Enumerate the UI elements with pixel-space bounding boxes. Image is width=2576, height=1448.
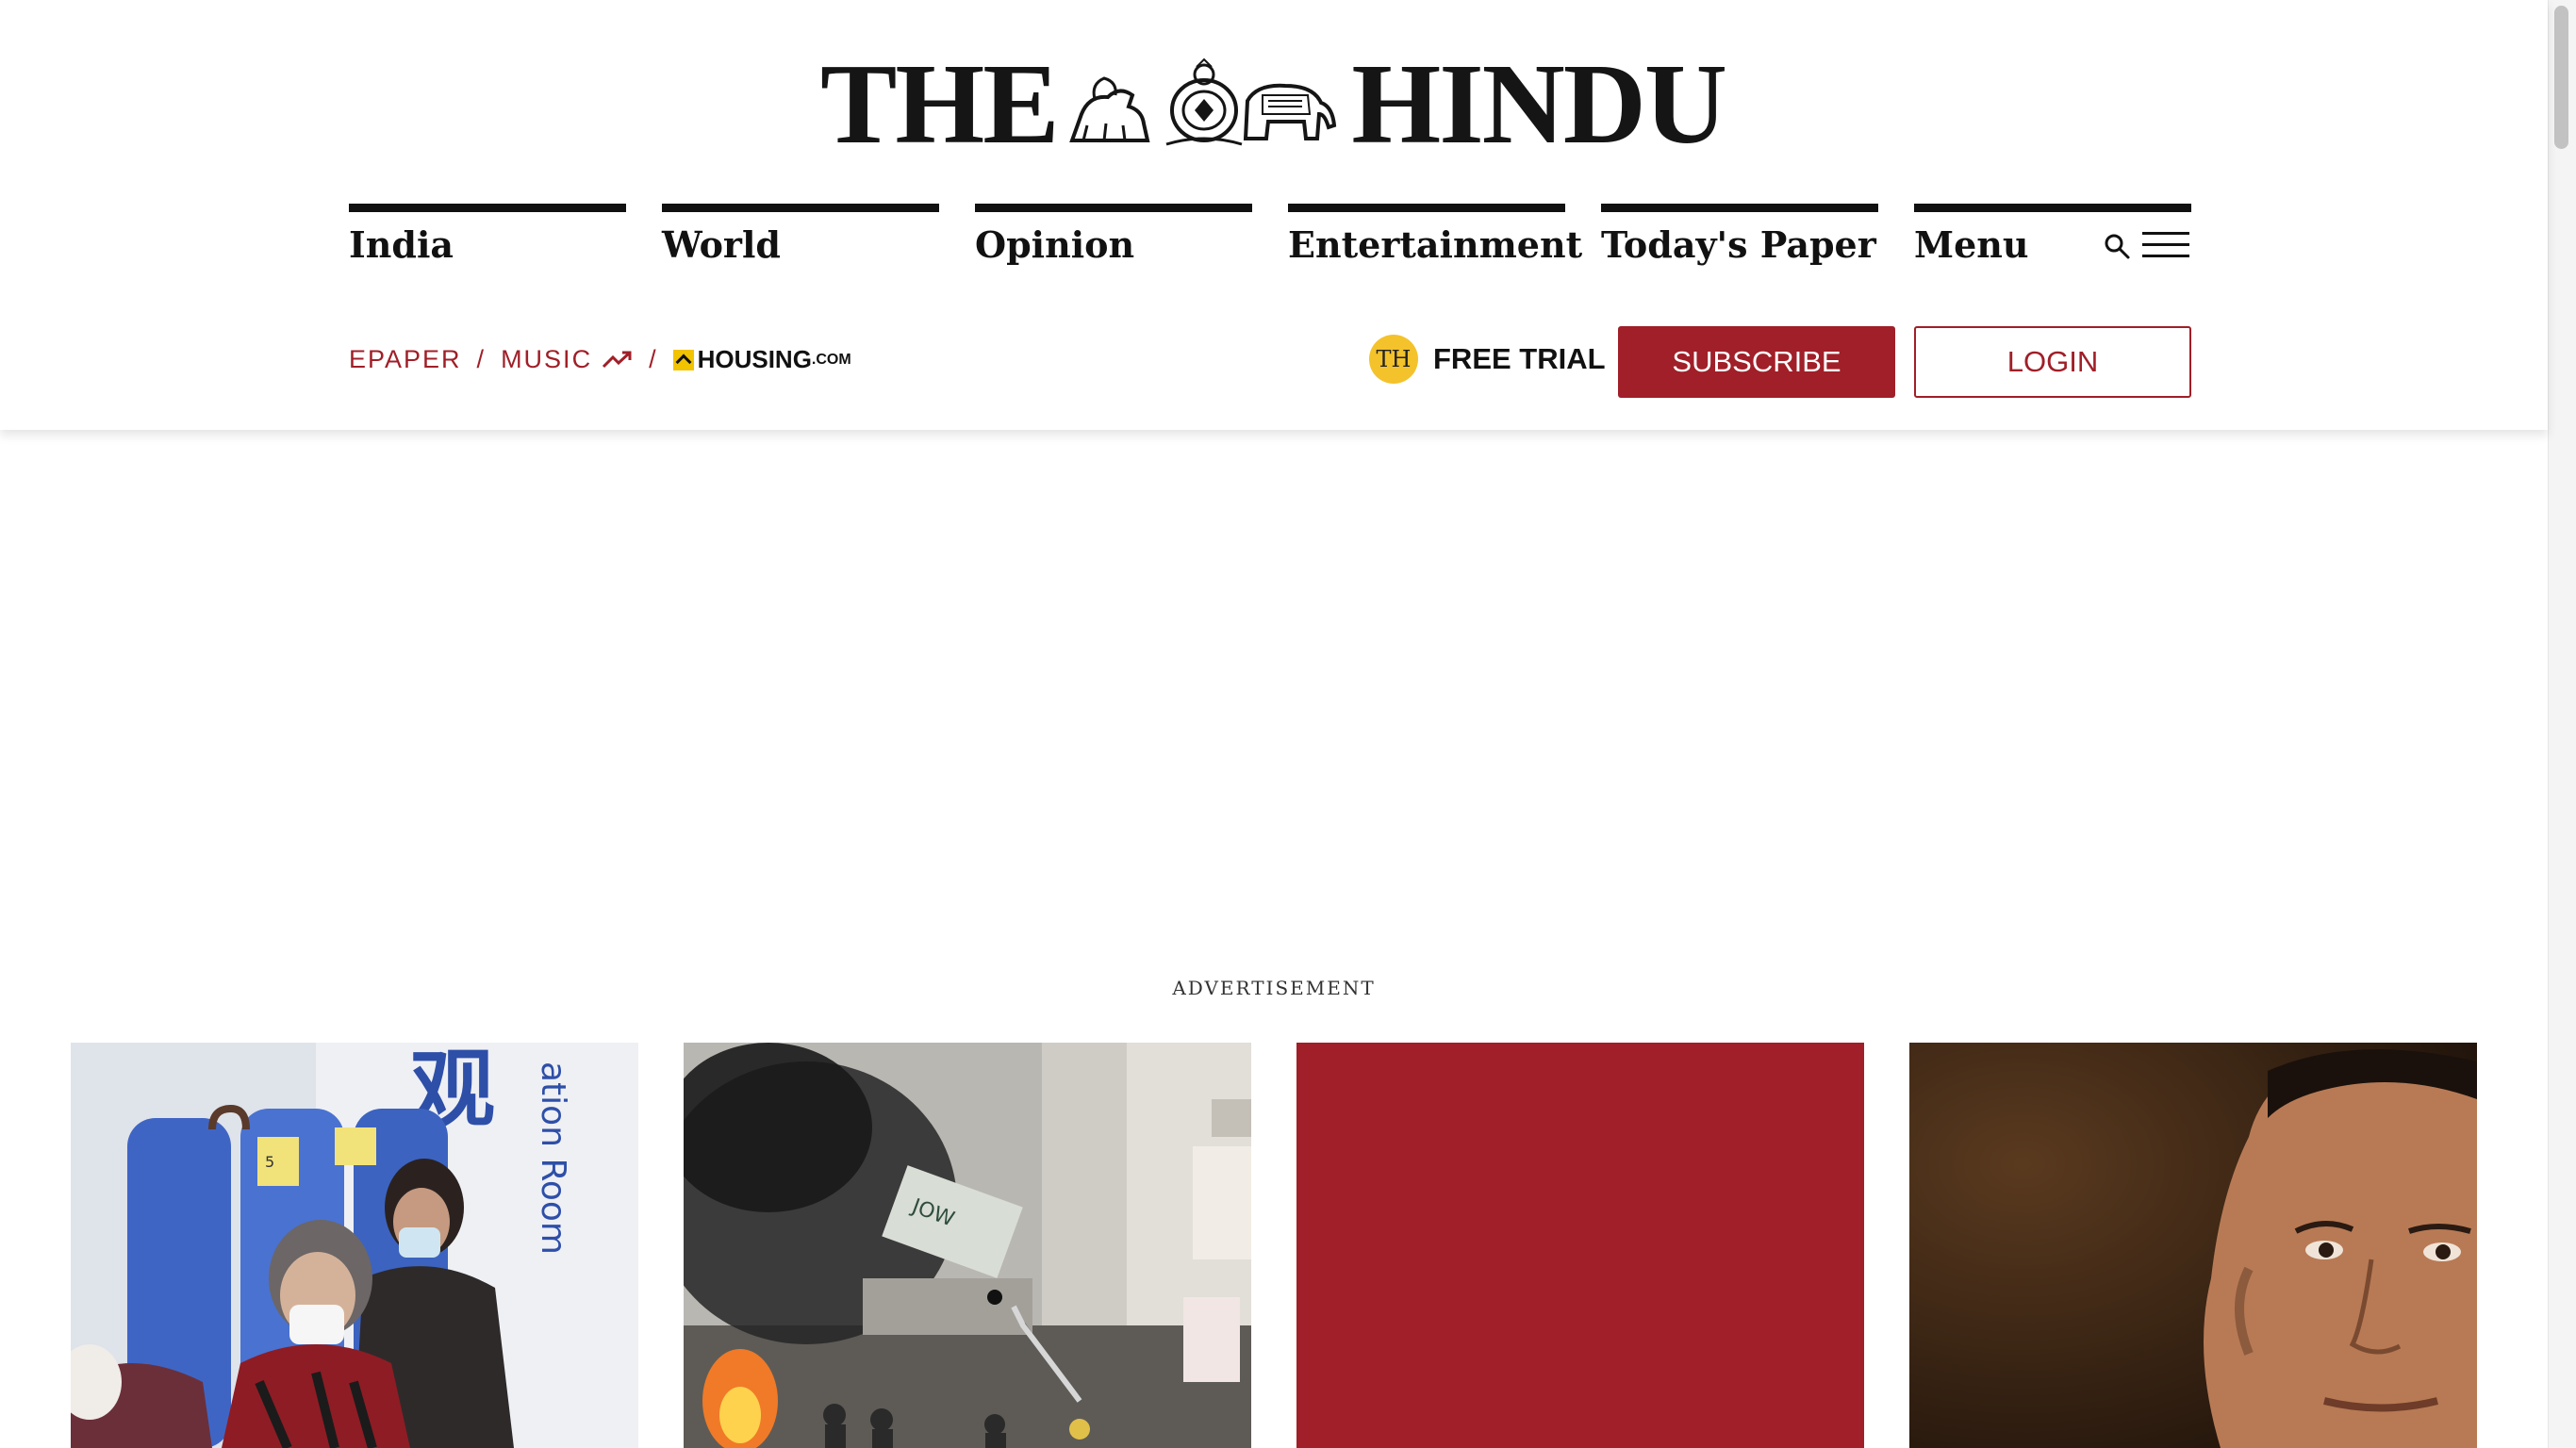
subscribe-button[interactable]: SUBSCRIBE: [1618, 326, 1895, 398]
image-sign-text: ation Room: [534, 1061, 572, 1255]
nav-item-india[interactable]: India: [349, 204, 626, 270]
login-button[interactable]: LOGIN: [1914, 326, 2191, 398]
story-card-3[interactable]: [1296, 1043, 1864, 1448]
th-badge-icon: TH: [1369, 335, 1418, 384]
free-trial-link[interactable]: TH FREE TRIAL: [1369, 335, 1606, 384]
sub-links-separator: /: [476, 345, 487, 373]
street-fire-image: JOW: [684, 1043, 1251, 1448]
advertisement-label: ADVERTISEMENT: [1172, 977, 1376, 999]
red-placeholder-image: [1296, 1043, 1864, 1448]
housing-link[interactable]: HOUSING .COM: [672, 345, 851, 374]
site-logo[interactable]: THE HINDU: [820, 41, 1727, 168]
trending-arrow-icon: [603, 351, 632, 368]
housing-logo-icon: [672, 349, 694, 370]
nav-item-menu-label: Menu: [1914, 223, 2029, 266]
politician-portrait-image: [1909, 1043, 2477, 1448]
nav-item-world[interactable]: World: [662, 204, 939, 270]
story-card-4[interactable]: [1909, 1043, 2477, 1448]
story-card-1[interactable]: 观 ation Room 5: [71, 1043, 638, 1448]
search-icon[interactable]: [2103, 232, 2131, 260]
free-trial-label: FREE TRIAL: [1433, 342, 1606, 375]
site-header: THE HINDU India World Opinion Entertainm…: [0, 0, 2548, 430]
music-link[interactable]: MUSIC: [501, 345, 592, 374]
sub-links-bar: EPAPER / MUSIC / HOUSING .COM: [349, 345, 851, 374]
logo-word-hindu: HINDU: [1351, 41, 1727, 168]
nav-item-opinion[interactable]: Opinion: [975, 204, 1252, 270]
crest-emblem-icon: [1069, 58, 1337, 146]
nav-item-entertainment[interactable]: Entertainment: [1288, 204, 1582, 270]
epaper-link[interactable]: EPAPER: [349, 345, 462, 374]
logo-word-the: THE: [820, 41, 1060, 168]
story-card-2[interactable]: JOW: [684, 1043, 1251, 1448]
hamburger-menu-icon[interactable]: [2142, 232, 2189, 262]
image-seat-number: 5: [265, 1153, 274, 1171]
housing-label: HOUSING: [697, 345, 812, 373]
page-scrollbar-thumb[interactable]: [2554, 6, 2568, 149]
page-scrollbar-track[interactable]: [2548, 0, 2576, 1448]
housing-suffix: .COM: [811, 351, 851, 368]
sub-links-separator: /: [649, 345, 658, 373]
nav-item-todays-paper[interactable]: Today's Paper: [1601, 204, 1878, 270]
hospital-ward-image: 观 ation Room 5: [71, 1043, 638, 1448]
